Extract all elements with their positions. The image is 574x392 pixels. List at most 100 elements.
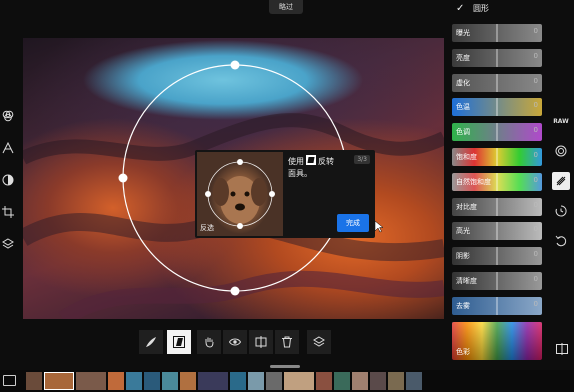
photo-thumbnail[interactable] bbox=[198, 372, 228, 390]
photo-thumbnail[interactable] bbox=[144, 372, 160, 390]
gallery-icon[interactable] bbox=[3, 375, 16, 386]
color-slider[interactable]: 色彩 bbox=[452, 322, 542, 360]
photo-thumbnail[interactable] bbox=[316, 372, 332, 390]
mask-handle-top bbox=[230, 60, 240, 70]
slider-knob[interactable] bbox=[496, 222, 498, 241]
slider-7[interactable]: 对比度 0 bbox=[452, 197, 542, 216]
done-button[interactable]: 完成 bbox=[337, 214, 369, 232]
photo-thumbnail[interactable] bbox=[26, 372, 42, 390]
slider-value: 0 bbox=[533, 76, 538, 85]
tutorial-text-part1: 使用 bbox=[288, 157, 304, 166]
photo-thumbnail[interactable] bbox=[248, 372, 264, 390]
slider-knob[interactable] bbox=[496, 73, 498, 92]
slider-6[interactable]: 自然饱和度 0 bbox=[452, 172, 542, 191]
slider-8[interactable]: 高光 0 bbox=[452, 222, 542, 241]
slider-label: 清晰度 bbox=[456, 277, 477, 285]
filmstrip-scrollbar[interactable] bbox=[270, 365, 300, 368]
slider-label: 色温 bbox=[456, 103, 470, 112]
filmstrip bbox=[0, 370, 574, 392]
eye-icon[interactable] bbox=[223, 330, 247, 354]
photo-thumbnail[interactable] bbox=[406, 372, 422, 390]
skip-button[interactable]: 略过 bbox=[269, 0, 303, 14]
slider-9[interactable]: 阴影 0 bbox=[452, 247, 542, 266]
slider-label: 亮度 bbox=[456, 53, 470, 62]
color-mix-icon[interactable] bbox=[0, 108, 16, 124]
photo-thumbnail[interactable] bbox=[388, 372, 404, 390]
compare-icon[interactable] bbox=[249, 330, 273, 354]
slider-5[interactable]: 饱和度 0 bbox=[452, 148, 542, 166]
mask-handle-bottom bbox=[230, 286, 240, 296]
panel-header: ✓ 圆形 bbox=[456, 3, 489, 14]
photo-thumbnail[interactable] bbox=[230, 372, 246, 390]
invert-mask-icon bbox=[306, 155, 316, 165]
color-label: 色彩 bbox=[456, 348, 470, 356]
slider-knob[interactable] bbox=[496, 48, 498, 67]
raw-button[interactable]: RAW bbox=[552, 112, 570, 130]
cursor-icon bbox=[375, 221, 383, 233]
slider-1[interactable]: 亮度 0 bbox=[452, 48, 542, 67]
crop-icon[interactable] bbox=[0, 204, 16, 220]
tutorial-text-part2: 反转 bbox=[318, 157, 334, 166]
slider-knob[interactable] bbox=[496, 98, 498, 117]
slider-value: 0 bbox=[533, 250, 538, 259]
compare-split-icon[interactable] bbox=[556, 343, 568, 357]
brush-icon[interactable] bbox=[139, 330, 163, 354]
slider-10[interactable]: 清晰度 0 bbox=[452, 272, 542, 290]
tutorial-preview-image: 反选 bbox=[197, 152, 283, 236]
undo-icon[interactable] bbox=[552, 232, 570, 250]
slider-11[interactable]: 去雾 0 bbox=[452, 296, 542, 315]
slider-knob[interactable] bbox=[496, 247, 498, 266]
slider-value: 0 bbox=[533, 151, 538, 159]
slider-label: 曝光 bbox=[456, 29, 470, 37]
trash-icon[interactable] bbox=[275, 330, 299, 354]
slider-value: 0 bbox=[533, 299, 538, 308]
slider-value: 0 bbox=[533, 27, 538, 35]
face-mask-icon[interactable] bbox=[0, 172, 16, 188]
spiral-icon[interactable] bbox=[552, 142, 570, 160]
slider-value: 0 bbox=[533, 126, 538, 135]
slider-knob[interactable] bbox=[496, 123, 498, 142]
slider-label: 阴影 bbox=[456, 252, 470, 261]
photo-thumbnail[interactable] bbox=[370, 372, 386, 390]
slider-label: 高光 bbox=[456, 227, 470, 236]
mask-handle-left bbox=[118, 173, 128, 183]
photo-thumbnail[interactable] bbox=[76, 372, 106, 390]
invert-mask-button[interactable] bbox=[167, 330, 191, 354]
slider-value: 0 bbox=[533, 200, 538, 209]
photo-thumbnail[interactable] bbox=[266, 372, 282, 390]
slider-label: 去雾 bbox=[456, 301, 470, 310]
photo-thumbnail[interactable] bbox=[284, 372, 314, 390]
photo-thumbnail[interactable] bbox=[352, 372, 368, 390]
slider-label: 饱和度 bbox=[456, 153, 477, 161]
slider-4[interactable]: 色调 0 bbox=[452, 123, 542, 142]
photo-thumbnail[interactable] bbox=[44, 372, 74, 390]
layers-icon[interactable] bbox=[0, 236, 16, 252]
layers-stack-icon[interactable] bbox=[307, 330, 331, 354]
heal-icon[interactable] bbox=[552, 172, 570, 190]
left-toolbar bbox=[0, 108, 18, 268]
photo-thumbnail[interactable] bbox=[334, 372, 350, 390]
slider-value: 0 bbox=[533, 175, 538, 184]
slider-label: 自然饱和度 bbox=[456, 177, 491, 186]
text-tool-icon[interactable] bbox=[0, 140, 16, 156]
photo-thumbnail[interactable] bbox=[126, 372, 142, 390]
slider-knob[interactable] bbox=[496, 272, 498, 290]
tutorial-popup: 反选 使用 反转 面具。 3/3 完成 bbox=[195, 150, 375, 238]
slider-value: 0 bbox=[533, 275, 538, 283]
hand-icon[interactable] bbox=[197, 330, 221, 354]
slider-knob[interactable] bbox=[496, 148, 498, 166]
photo-thumbnail[interactable] bbox=[108, 372, 124, 390]
photo-thumbnail[interactable] bbox=[162, 372, 178, 390]
slider-2[interactable]: 虚化 0 bbox=[452, 73, 542, 92]
page-indicator: 3/3 bbox=[354, 155, 370, 164]
tutorial-text: 使用 反转 面具。 bbox=[288, 155, 350, 180]
history-icon[interactable] bbox=[552, 202, 570, 220]
slider-knob[interactable] bbox=[496, 172, 498, 191]
photo-thumbnail[interactable] bbox=[180, 372, 196, 390]
slider-knob[interactable] bbox=[496, 296, 498, 315]
slider-knob[interactable] bbox=[496, 197, 498, 216]
check-icon[interactable]: ✓ bbox=[456, 3, 464, 14]
slider-3[interactable]: 色温 0 bbox=[452, 98, 542, 117]
slider-knob[interactable] bbox=[496, 24, 498, 42]
slider-0[interactable]: 曝光 0 bbox=[452, 24, 542, 42]
